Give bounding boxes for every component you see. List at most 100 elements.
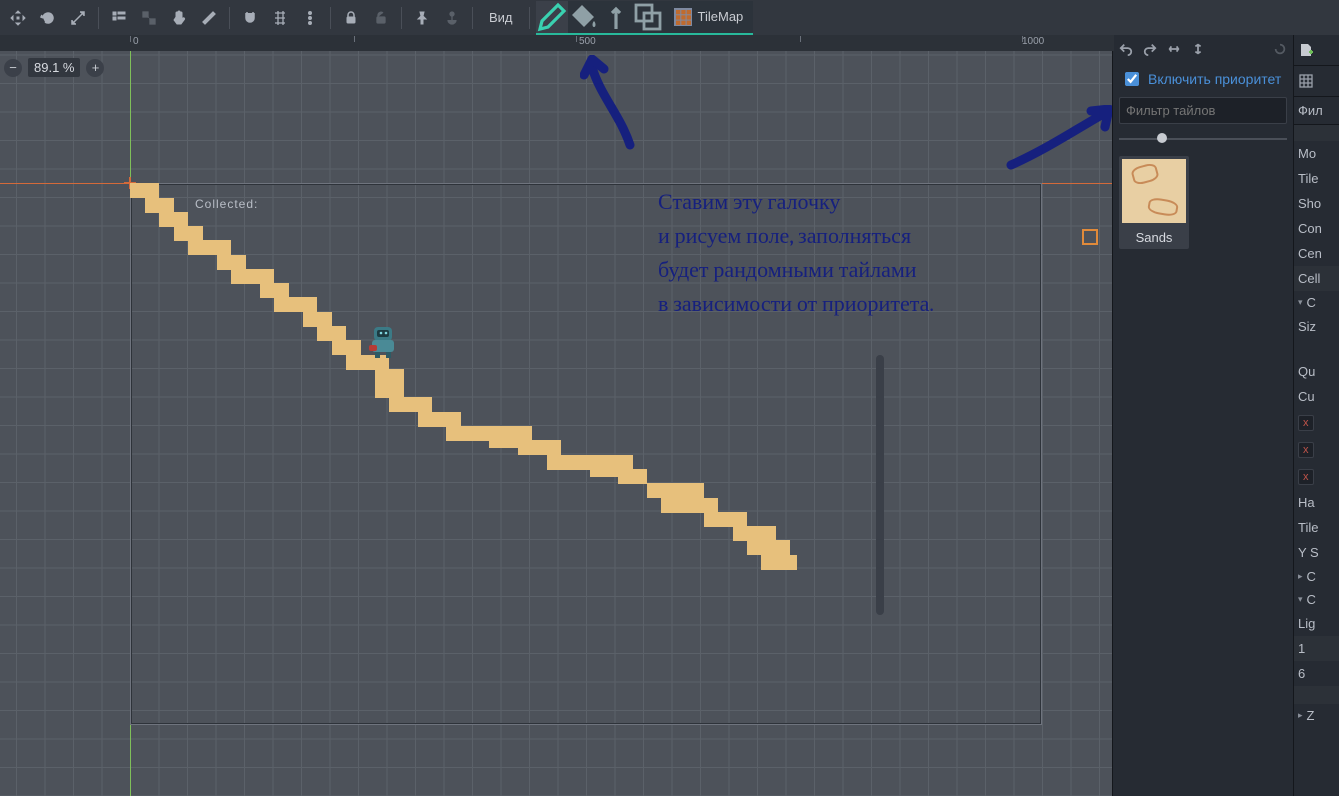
enable-priority-label[interactable]: Включить приоритет: [1148, 71, 1281, 87]
inspector-section[interactable]: Siz: [1294, 314, 1339, 339]
sand-tile: [661, 498, 718, 513]
inspector-section[interactable]: Cu: [1294, 384, 1339, 409]
sand-tile: [317, 326, 346, 341]
paint-tool-icon[interactable]: [536, 1, 568, 33]
sand-tile: [174, 226, 203, 241]
flip-h-icon[interactable]: [1167, 42, 1181, 59]
annotation-arrow-top: [580, 55, 650, 155]
sand-tile: [418, 412, 461, 427]
flip-v-icon[interactable]: [1191, 42, 1205, 59]
inspector-add-icon[interactable]: [1294, 35, 1339, 66]
inspector-section[interactable]: Cen: [1294, 241, 1339, 266]
inspector-filter-label[interactable]: Фил: [1294, 97, 1339, 125]
tilemap-grid-icon: [674, 8, 692, 26]
inspector-section[interactable]: Y S: [1294, 540, 1339, 565]
inspector-panel: Фил Mo Tile Sho Con Cen Cell ▾C Siz Qu C…: [1293, 35, 1339, 796]
sand-tile: [231, 269, 274, 284]
inspector-chip[interactable]: x: [1294, 409, 1339, 436]
player-sprite: [366, 323, 400, 359]
sand-tile: [733, 526, 776, 541]
tile-panel-tools: [1113, 35, 1293, 65]
separator: [472, 7, 473, 29]
vertical-scrollbar[interactable]: [876, 355, 884, 615]
inspector-expand-row[interactable]: ▾C: [1294, 588, 1339, 611]
select-rect-icon[interactable]: [632, 1, 664, 33]
inspector-expand-row[interactable]: ▸Z: [1294, 704, 1339, 727]
separator: [330, 7, 331, 29]
inspector-expand-row[interactable]: ▸C: [1294, 565, 1339, 588]
inspector-section[interactable]: Lig: [1294, 611, 1339, 636]
zoom-in-button[interactable]: +: [86, 59, 104, 77]
inspector-section[interactable]: Con: [1294, 216, 1339, 241]
bucket-fill-icon[interactable]: [568, 1, 600, 33]
main-toolbar: Вид TileMap: [0, 0, 1339, 36]
sand-tile: [130, 183, 159, 198]
redo-icon[interactable]: [1143, 42, 1157, 59]
move-tool-icon[interactable]: [4, 4, 32, 32]
sand-tile: [217, 255, 246, 270]
inspector-grid-icon[interactable]: [1294, 66, 1339, 97]
tile-zoom-slider[interactable]: [1119, 130, 1287, 148]
sand-tile: [274, 297, 317, 312]
main-area: Collected: Ставим эту галочку и рисуем п…: [0, 35, 1339, 796]
unlock-icon[interactable]: [367, 4, 395, 32]
view-menu[interactable]: Вид: [479, 4, 523, 32]
inspector-chip[interactable]: x: [1294, 463, 1339, 490]
tilemap-toolbar: TileMap: [536, 1, 754, 35]
separator: [98, 7, 99, 29]
sand-tile: [761, 555, 797, 570]
zoom-value[interactable]: 89.1 %: [28, 58, 80, 77]
rotate-tool-icon[interactable]: [34, 4, 62, 32]
overflow-menu-icon[interactable]: [296, 4, 324, 32]
sand-tile: [518, 440, 561, 455]
scale-tool-icon[interactable]: [64, 4, 92, 32]
ruler-tool-icon[interactable]: [195, 4, 223, 32]
separator: [229, 7, 230, 29]
lock-icon[interactable]: [337, 4, 365, 32]
snap-toggle-icon[interactable]: [236, 4, 264, 32]
pin-icon[interactable]: [408, 4, 436, 32]
inspector-section[interactable]: Sho: [1294, 191, 1339, 216]
inspector-section[interactable]: Tile: [1294, 515, 1339, 540]
inspector-value[interactable]: 1: [1294, 636, 1339, 661]
enable-priority-row: Включить приоритет: [1113, 65, 1293, 93]
separator: [529, 7, 530, 29]
pan-tool-icon[interactable]: [165, 4, 193, 32]
list-select-icon[interactable]: [105, 4, 133, 32]
inspector-section[interactable]: Cell: [1294, 266, 1339, 291]
sand-tile: [375, 369, 404, 398]
inspector-section[interactable]: Qu: [1294, 359, 1339, 384]
undo-icon[interactable]: [1119, 42, 1133, 59]
zoom-controls: − 89.1 % +: [4, 58, 104, 77]
inspector-section[interactable]: Mo: [1294, 141, 1339, 166]
enable-priority-checkbox[interactable]: [1125, 72, 1139, 86]
inspector-section[interactable]: Tile: [1294, 166, 1339, 191]
annotation-arrow-right: [1005, 105, 1112, 175]
collected-label: Collected:: [195, 197, 258, 211]
tile-item-sands[interactable]: Sands: [1119, 156, 1189, 249]
tile-cursor-preview: [1082, 229, 1098, 245]
separator: [401, 7, 402, 29]
ruler-tick-label: 0: [133, 36, 139, 47]
inspector-value[interactable]: 6: [1294, 661, 1339, 686]
sand-tile: [145, 198, 174, 213]
inspector-expand-row[interactable]: ▾C: [1294, 291, 1339, 314]
inspector-chip[interactable]: x: [1294, 436, 1339, 463]
sand-tile: [747, 540, 790, 555]
zoom-out-button[interactable]: −: [4, 59, 22, 77]
annotation-text: Ставим эту галочку и рисуем поле, заполн…: [658, 185, 934, 321]
inspector-section[interactable]: Ha: [1294, 490, 1339, 515]
sand-tile: [704, 512, 747, 527]
tilemap-button[interactable]: TileMap: [664, 1, 754, 33]
tile-panel: Включить приоритет Sands: [1112, 35, 1293, 796]
ungroup-icon[interactable]: [135, 4, 163, 32]
horizontal-ruler: 0 500 1000: [0, 35, 1114, 51]
anchor-icon[interactable]: [438, 4, 466, 32]
snap-config-icon[interactable]: [266, 4, 294, 32]
picker-tool-icon[interactable]: [600, 1, 632, 33]
tile-thumbnail: [1122, 159, 1186, 223]
tile-search-input[interactable]: [1120, 98, 1308, 123]
rotate-left-icon[interactable]: [1273, 42, 1287, 59]
sand-tile: [260, 283, 289, 298]
canvas-viewport[interactable]: Collected: Ставим эту галочку и рисуем п…: [0, 35, 1112, 796]
